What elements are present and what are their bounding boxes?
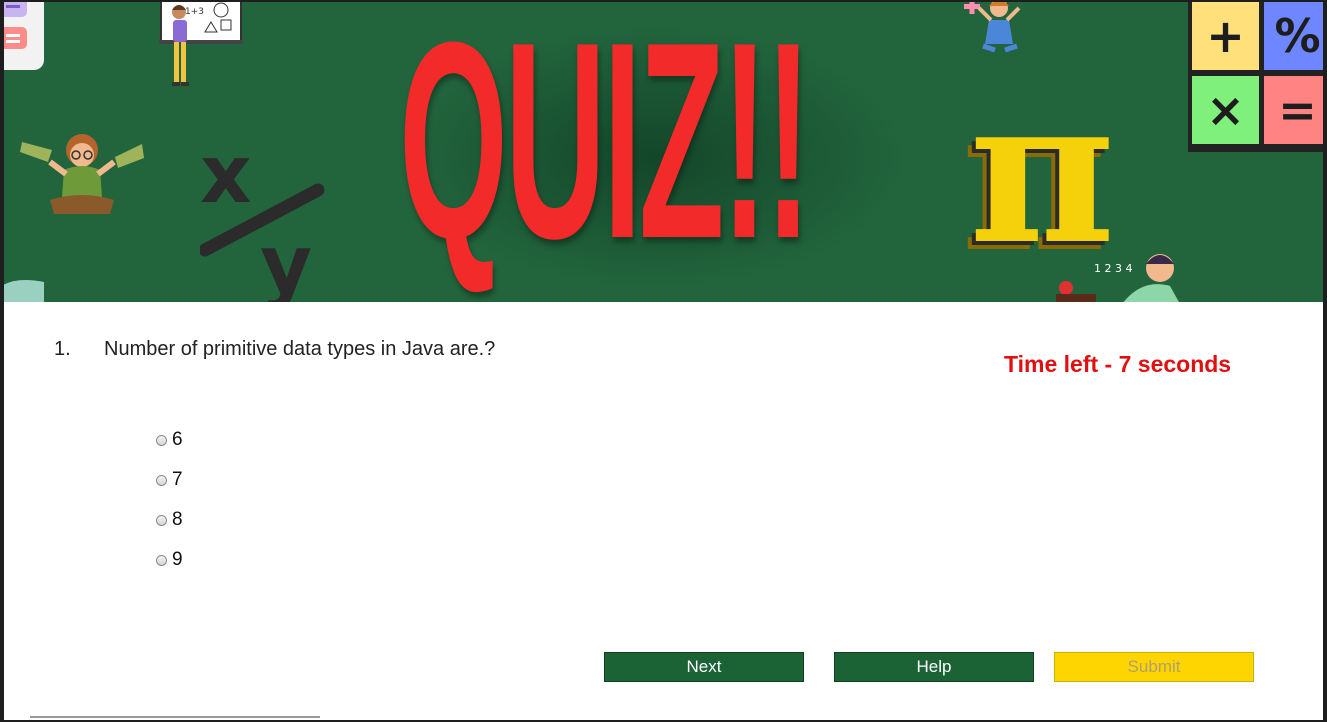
quiz-banner: 1+3 x y QUIZ!! π 1 2 3 4 + % × = xyxy=(4,2,1323,302)
radio-button[interactable] xyxy=(156,514,167,526)
next-button[interactable]: Next xyxy=(604,652,804,682)
plus-icon: + xyxy=(1192,2,1259,70)
option-label[interactable]: 9 xyxy=(172,549,183,571)
radio-button[interactable] xyxy=(156,474,167,486)
answer-option[interactable]: 7 xyxy=(156,460,183,500)
window-divider xyxy=(30,716,320,718)
option-label[interactable]: 7 xyxy=(172,469,183,491)
question-number: 1. xyxy=(54,338,71,360)
boy-with-money-illustration xyxy=(20,134,144,214)
question-text: Number of primitive data types in Java a… xyxy=(104,338,496,360)
option-label[interactable]: 8 xyxy=(172,509,183,531)
calculator-illustration xyxy=(4,2,44,70)
svg-text:1+3: 1+3 xyxy=(185,7,204,17)
multiply-icon: × xyxy=(1192,76,1259,144)
timer-label: Time left - 7 seconds xyxy=(1004,351,1232,377)
equals-icon: = xyxy=(1264,76,1323,144)
svg-text:1 2 3 4: 1 2 3 4 xyxy=(1094,262,1132,275)
percent-icon: % xyxy=(1264,2,1323,70)
answer-option[interactable]: 9 xyxy=(156,540,183,580)
fraction-y: y xyxy=(260,218,312,302)
answer-option[interactable]: 6 xyxy=(156,420,183,460)
answer-option[interactable]: 8 xyxy=(156,500,183,540)
option-label[interactable]: 6 xyxy=(172,429,183,451)
girl-illustration xyxy=(964,2,1021,53)
teacher-illustration: 1+3 xyxy=(159,2,243,86)
x-over-y-fraction: x y xyxy=(200,142,325,302)
submit-button[interactable]: Submit xyxy=(1054,652,1254,682)
radio-button[interactable] xyxy=(156,554,167,566)
radio-button[interactable] xyxy=(156,434,167,446)
quiz-title: QUIZ!! xyxy=(399,2,812,297)
help-button[interactable]: Help xyxy=(834,652,1034,682)
question-panel: 1. Number of primitive data types in Jav… xyxy=(4,302,1323,720)
answer-options: 6 7 8 9 xyxy=(156,420,183,580)
operator-grid: + % × = xyxy=(1188,2,1323,152)
quiz-window: 1+3 x y QUIZ!! π 1 2 3 4 + % × = 1. Numb… xyxy=(4,2,1323,720)
student-thinking-illustration: 1 2 3 4 xyxy=(1056,254,1179,302)
fraction-x: x xyxy=(200,142,252,221)
protractor-illustration xyxy=(4,280,44,302)
